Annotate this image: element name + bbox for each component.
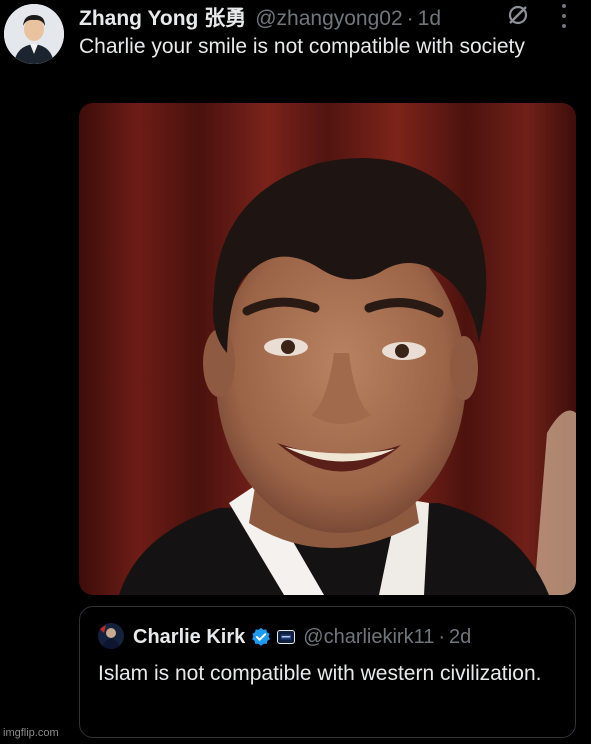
- tweet-timestamp[interactable]: 1d: [418, 7, 441, 31]
- meta-separator: ·: [406, 7, 414, 30]
- quoted-tweet-card[interactable]: Charlie Kirk @charliekirk11 · 2d Islam i…: [79, 606, 576, 738]
- more-icon[interactable]: [560, 4, 568, 28]
- author-name[interactable]: Zhang Yong 张勇: [79, 2, 246, 32]
- quoted-tweet-header: Charlie Kirk @charliekirk11 · 2d: [133, 623, 471, 651]
- author-avatar-image: [4, 4, 64, 64]
- quoted-author-avatar[interactable]: [98, 623, 124, 649]
- quoted-author-name[interactable]: Charlie Kirk: [133, 626, 245, 649]
- quoted-meta-separator: ·: [438, 625, 446, 648]
- author-handle[interactable]: @zhangyong02: [255, 7, 402, 31]
- affiliation-badge-icon[interactable]: [277, 630, 296, 644]
- imgflip-watermark: imgflip.com: [3, 727, 59, 739]
- quoted-avatar-image: [98, 623, 124, 649]
- tweet-header: Zhang Yong 张勇 @zhangyong02 · 1d: [79, 2, 579, 32]
- author-avatar[interactable]: [4, 4, 64, 64]
- verified-badge-icon[interactable]: [251, 627, 271, 647]
- quoted-author-handle[interactable]: @charliekirk11: [303, 626, 434, 649]
- grok-icon[interactable]: [507, 4, 529, 26]
- tweet-media-image[interactable]: [79, 103, 576, 595]
- quoted-tweet-text: Islam is not compatible with western civ…: [98, 662, 542, 685]
- quoted-tweet-timestamp[interactable]: 2d: [449, 626, 471, 649]
- tweet-text: Charlie your smile is not compatible wit…: [79, 35, 525, 58]
- photo-illustration: [79, 103, 576, 595]
